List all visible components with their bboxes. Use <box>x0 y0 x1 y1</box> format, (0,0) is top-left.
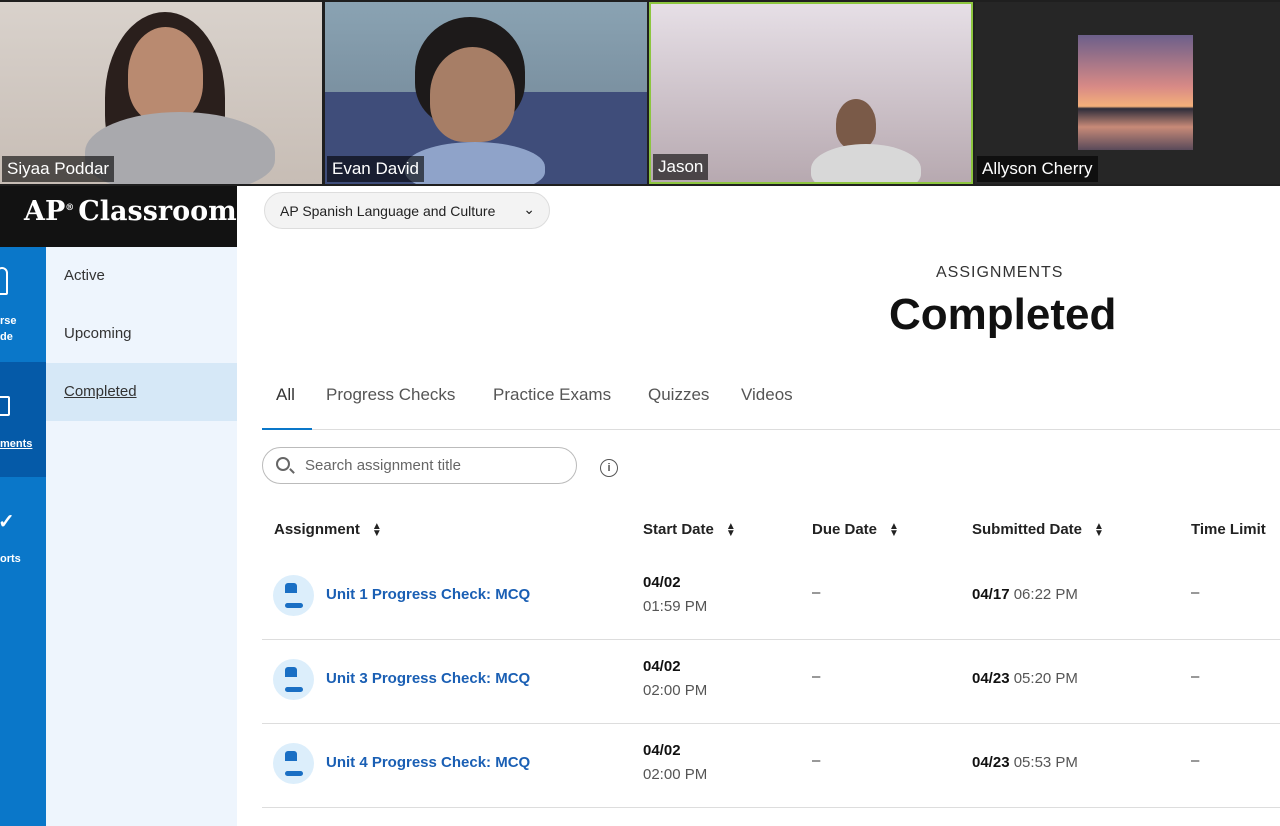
page-title: Completed <box>889 290 1117 339</box>
column-label: Due Date <box>812 521 878 538</box>
assignment-link[interactable]: Unit 4 Progress Check: MCQ <box>326 754 530 771</box>
assignment-link[interactable]: Unit 1 Progress Check: MCQ <box>326 586 530 603</box>
start-date: 04/02 <box>643 574 681 591</box>
time-limit: – <box>1191 752 1200 769</box>
start-date: 04/02 <box>643 658 681 675</box>
sort-icon: ▲ ▼ <box>889 521 899 540</box>
column-label: Assignment <box>274 521 360 538</box>
column-label: Start Date <box>643 521 714 538</box>
nav-label: de <box>0 331 13 343</box>
submitted-time: 05:53 PM <box>1013 754 1078 771</box>
lamp-icon <box>273 659 314 700</box>
search-icon <box>276 457 290 471</box>
submitted-date: 04/23 05:53 PM <box>972 754 1078 771</box>
sort-icon: ▲ ▼ <box>1094 521 1104 540</box>
video-tile[interactable]: Siyaa Poddar <box>0 2 322 184</box>
assignments-subnav: Active Upcoming Completed <box>46 247 237 826</box>
subnav-active[interactable]: Active <box>46 247 237 305</box>
assignments-icon <box>0 396 10 416</box>
search-placeholder: Search assignment title <box>305 457 461 474</box>
start-time: 02:00 PM <box>643 766 708 783</box>
info-icon[interactable]: i <box>600 459 618 477</box>
column-header-assignment[interactable]: Assignment ▲ ▼ <box>274 521 382 540</box>
tab-indicator <box>262 428 312 430</box>
lamp-icon <box>273 743 314 784</box>
participant-name: Allyson Cherry <box>977 156 1098 182</box>
page-kicker: ASSIGNMENTS <box>936 264 1064 281</box>
due-date: – <box>812 584 821 601</box>
participant-name: Evan David <box>327 156 424 182</box>
search-input[interactable]: Search assignment title <box>262 447 577 484</box>
submitted-date: 04/23 05:20 PM <box>972 670 1078 687</box>
subnav-upcoming[interactable]: Upcoming <box>46 305 237 363</box>
tab-progress-checks[interactable]: Progress Checks <box>326 385 455 405</box>
nav-label: orts <box>0 553 21 565</box>
nav-label: ments <box>0 438 33 450</box>
due-date: – <box>812 752 821 769</box>
column-header-submitted-date[interactable]: Submitted Date ▲ ▼ <box>972 521 1104 540</box>
main-nav-rail: rse de ments ✓ orts <box>0 247 46 826</box>
column-header-time-limit: Time Limit <box>1191 521 1266 538</box>
column-header-start-date[interactable]: Start Date ▲ ▼ <box>643 521 736 540</box>
submitted-date: 04/17 06:22 PM <box>972 586 1078 603</box>
time-limit: – <box>1191 668 1200 685</box>
tab-videos[interactable]: Videos <box>741 385 793 405</box>
profile-picture <box>1078 35 1193 150</box>
start-date: 04/02 <box>643 742 681 759</box>
sort-icon: ▲ ▼ <box>371 521 382 540</box>
nav-course-guide[interactable]: rse de <box>0 247 46 362</box>
logo-ap: AP <box>24 196 66 227</box>
course-select-value: AP Spanish Language and Culture <box>280 203 496 219</box>
participant-name: Jason <box>653 154 709 180</box>
nav-assignments[interactable]: ments <box>0 362 46 477</box>
due-date: – <box>812 668 821 685</box>
filter-tabs: All Progress Checks Practice Exams Quizz… <box>262 372 1280 430</box>
course-select[interactable]: AP Spanish Language and Culture ⌄ <box>264 192 550 229</box>
submitted-day: 04/23 <box>972 670 1010 687</box>
time-limit: – <box>1191 584 1200 601</box>
column-label: Time Limit <box>1191 521 1266 538</box>
chevron-down-icon: ⌄ <box>523 201 535 217</box>
subnav-completed[interactable]: Completed <box>46 363 237 421</box>
start-time: 01:59 PM <box>643 598 708 615</box>
logo-reg: ® <box>65 203 75 213</box>
video-tile[interactable]: Allyson Cherry <box>975 2 1280 184</box>
table-row: Unit 3 Progress Check: MCQ 04/02 02:00 P… <box>262 640 1280 724</box>
video-strip: Siyaa Poddar Evan David Jason Allyson Ch… <box>0 0 1280 186</box>
submitted-time: 06:22 PM <box>1013 586 1078 603</box>
participant-name: Siyaa Poddar <box>2 156 115 182</box>
lamp-icon <box>273 575 314 616</box>
column-label: Submitted Date <box>972 521 1083 538</box>
video-tile-active-speaker[interactable]: Jason <box>649 2 973 184</box>
tab-practice-exams[interactable]: Practice Exams <box>493 385 611 405</box>
sort-icon: ▲ ▼ <box>725 521 736 540</box>
submitted-day: 04/23 <box>972 754 1010 771</box>
assignment-link[interactable]: Unit 3 Progress Check: MCQ <box>326 670 530 687</box>
app-logo[interactable]: AP® Classroom <box>0 186 237 247</box>
logo-text: Classroom <box>78 196 237 227</box>
table-row: Unit 4 Progress Check: MCQ 04/02 02:00 P… <box>262 724 1280 808</box>
tab-quizzes[interactable]: Quizzes <box>648 385 709 405</box>
table-row: Unit 1 Progress Check: MCQ 04/02 01:59 P… <box>262 556 1280 640</box>
submitted-time: 05:20 PM <box>1013 670 1078 687</box>
nav-reports[interactable]: ✓ orts <box>0 477 46 592</box>
nav-label: rse <box>0 315 17 327</box>
column-header-due-date[interactable]: Due Date ▲ ▼ <box>812 521 899 540</box>
map-pin-icon <box>0 267 8 295</box>
tab-all[interactable]: All <box>276 385 295 405</box>
start-time: 02:00 PM <box>643 682 708 699</box>
checkmark-icon: ✓ <box>0 511 15 533</box>
submitted-day: 04/17 <box>972 586 1010 603</box>
video-tile[interactable]: Evan David <box>325 2 647 184</box>
